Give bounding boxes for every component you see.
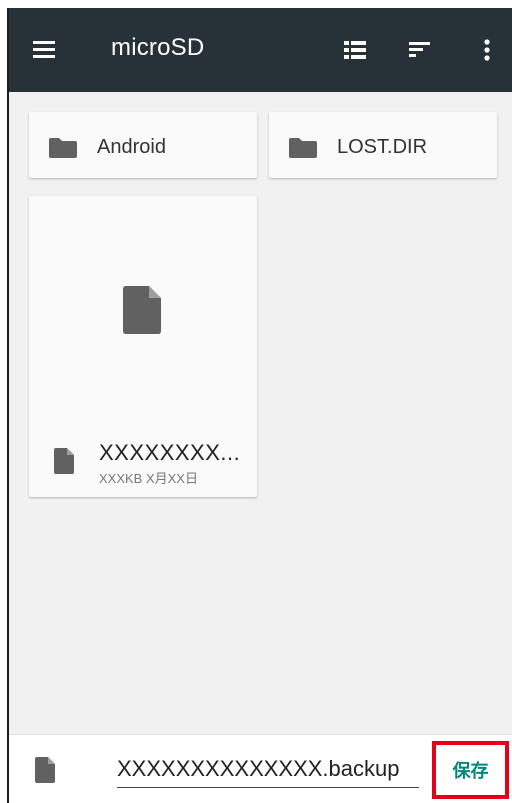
more-vert-icon[interactable]: [471, 34, 503, 66]
list-view-icon[interactable]: [339, 34, 371, 66]
folder-icon: [49, 138, 77, 163]
filename-input[interactable]: [117, 751, 419, 788]
file-icon: [35, 757, 55, 788]
menu-icon[interactable]: [29, 34, 61, 66]
save-bar: 保存: [9, 734, 512, 803]
folder-name: LOST.DIR: [337, 136, 428, 158]
folder-tile-lost-dir[interactable]: LOST.DIR: [269, 112, 497, 178]
file-tile[interactable]: XXXXXXXX... XXXKB X月XX日: [29, 196, 257, 497]
page-title: microSD: [111, 34, 205, 61]
file-name: XXXXXXXX...: [99, 440, 241, 465]
file-icon: [123, 286, 161, 339]
file-icon: [54, 448, 74, 479]
folder-name: Android: [97, 136, 166, 158]
sort-icon[interactable]: [404, 34, 436, 66]
file-meta: XXXKB X月XX日: [99, 471, 198, 486]
folder-tile-android[interactable]: Android: [29, 112, 257, 178]
app-bar: microSD: [9, 8, 512, 92]
folder-icon: [289, 138, 317, 163]
device-screen: microSD Android LOST.DIR XXXXXXXX... XXX…: [7, 8, 512, 803]
save-button[interactable]: 保存: [432, 741, 509, 799]
